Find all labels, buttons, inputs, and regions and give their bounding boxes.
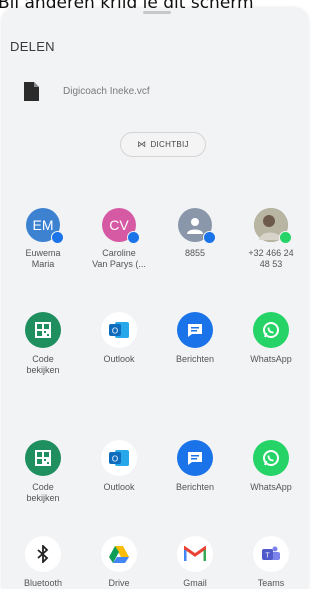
messages-badge-icon	[51, 231, 64, 244]
app-label: Outlook	[103, 482, 135, 492]
app-label: Teams	[257, 578, 285, 588]
app-label: Berichten	[175, 354, 215, 364]
app-item-messages[interactable]: Berichten	[160, 440, 230, 493]
app-item-code[interactable]: Code bekijken	[8, 440, 78, 504]
contact-name: Caroline Van Parys (...	[92, 248, 146, 269]
contact-item[interactable]: +32 466 24 48 53	[236, 208, 306, 270]
nearby-icon: ⋈	[137, 139, 147, 149]
contact-item[interactable]: CV Caroline Van Parys (...	[84, 208, 154, 270]
contact-item[interactable]: 8855	[160, 208, 230, 259]
drag-handle[interactable]	[143, 11, 171, 14]
app-label: Berichten	[175, 482, 215, 492]
app-label: WhatsApp	[250, 482, 292, 492]
app-item-whatsapp[interactable]: WhatsApp	[236, 440, 306, 493]
file-name: Digicoach Ineke.vcf	[63, 85, 150, 97]
app-label: WhatsApp	[250, 354, 292, 364]
whatsapp-badge-icon	[279, 231, 292, 244]
app-item-outlook[interactable]: O Outlook	[84, 440, 154, 493]
messages-icon	[177, 440, 213, 476]
file-icon	[24, 81, 39, 101]
avatar: CV	[102, 208, 140, 244]
contact-name: +32 466 24 48 53	[248, 248, 294, 269]
avatar-initials: CV	[109, 217, 129, 233]
app-label: Code bekijken	[26, 354, 60, 375]
messages-badge-icon	[127, 231, 140, 244]
qr-code-icon	[25, 440, 61, 476]
qr-code-icon	[25, 312, 61, 348]
app-item-outlook[interactable]: O Outlook	[84, 312, 154, 365]
nearby-button[interactable]: ⋈ DICHTBIJ	[120, 132, 206, 157]
app-label: Gmail	[183, 578, 207, 588]
contact-name: 8855	[184, 248, 206, 258]
avatar: EM	[26, 208, 64, 244]
drive-icon	[101, 536, 137, 572]
whatsapp-icon	[253, 440, 289, 476]
messages-badge-icon	[203, 231, 216, 244]
svg-text:O: O	[112, 327, 118, 336]
messages-icon	[177, 312, 213, 348]
app-label: Outlook	[103, 354, 135, 364]
app-label: Code bekijken	[26, 482, 60, 503]
svg-text:O: O	[112, 455, 118, 464]
app-item-drive[interactable]: Drive	[84, 536, 154, 589]
outlook-icon: O	[101, 440, 137, 476]
share-sheet: DELEN Digicoach Ineke.vcf ⋈ DICHTBIJ EM …	[2, 8, 308, 589]
photo-avatar	[254, 208, 292, 244]
app-item-code[interactable]: Code bekijken	[8, 312, 78, 376]
sheet-title: DELEN	[10, 39, 55, 54]
contact-name: Euwema Maria	[25, 248, 61, 269]
avatar-initials: EM	[32, 217, 54, 233]
outlook-icon: O	[101, 312, 137, 348]
shared-file-row: Digicoach Ineke.vcf	[24, 80, 150, 102]
app-item-teams[interactable]: T Teams	[236, 536, 306, 589]
contact-item[interactable]: EM Euwema Maria	[8, 208, 78, 270]
whatsapp-icon	[253, 312, 289, 348]
app-item-whatsapp[interactable]: WhatsApp	[236, 312, 306, 365]
app-item-gmail[interactable]: Gmail	[160, 536, 230, 589]
teams-icon: T	[253, 536, 289, 572]
app-label: Drive	[108, 578, 130, 588]
nearby-button-label: DICHTBIJ	[150, 140, 189, 149]
bluetooth-icon	[25, 536, 61, 572]
gmail-icon	[177, 536, 213, 572]
svg-text:T: T	[265, 553, 270, 560]
app-item-bluetooth[interactable]: Bluetooth	[8, 536, 78, 589]
app-label: Bluetooth	[23, 578, 63, 588]
person-avatar-icon	[178, 208, 216, 244]
app-item-messages[interactable]: Berichten	[160, 312, 230, 365]
